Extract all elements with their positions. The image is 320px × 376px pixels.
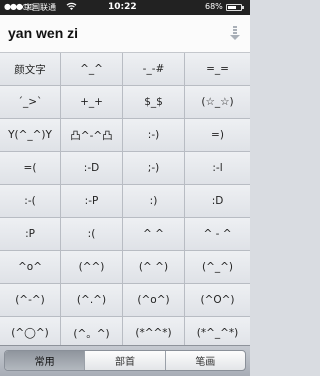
emoticon-cell[interactable]: (^◯^) [0,317,61,345]
emoticon-cell[interactable]: ^ ^ [123,218,185,251]
emoticon-cell[interactable]: (^^) [61,251,123,284]
emoticon-cell[interactable]: ^o^ [0,251,61,284]
emoticon-cell[interactable]: (☆_☆) [185,86,250,119]
emoticon-cell[interactable]: 颜文字 [0,53,61,86]
emoticon-grid: 颜文字 ^_^ -_-# =_= ´_>` +_+ $_$ (☆_☆) Y(^_^)Y 凸^-^凸… [0,53,250,345]
emoticon-cell[interactable]: (^。^) [61,317,123,345]
emoticon-cell[interactable]: -_-# [123,53,185,86]
carrier-name: 中国联通 [24,3,56,12]
emoticon-cell[interactable]: :-) [123,119,185,152]
emoticon-cell[interactable]: :P [0,218,61,251]
emoticon-cell[interactable]: (^-^) [0,284,61,317]
download-arrow-icon[interactable] [228,25,242,41]
clock: 10:22 [108,2,137,12]
emoticon-cell[interactable]: (^ ^) [123,251,185,284]
header: yan wen zi [0,15,250,53]
emoticon-cell[interactable]: ^ - ^ [185,218,250,251]
emoticon-cell[interactable]: ´_>` [0,86,61,119]
emoticon-cell[interactable]: =_= [185,53,250,86]
emoticon-cell[interactable]: :-( [0,185,61,218]
emoticon-cell[interactable]: Y(^_^)Y [0,119,61,152]
battery-percent: 68% [205,2,223,11]
emoticon-cell[interactable]: (*^_^*) [185,317,250,345]
emoticon-cell[interactable]: +_+ [61,86,123,119]
emoticon-cell[interactable]: :( [61,218,123,251]
emoticon-cell[interactable]: (^o^) [123,284,185,317]
tab-common[interactable]: 常用 [5,351,85,370]
emoticon-cell[interactable]: :D [185,185,250,218]
wifi-icon [66,2,77,13]
page-title: yan wen zi [8,25,79,41]
emoticon-cell[interactable]: $_$ [123,86,185,119]
emoticon-cell[interactable]: ;-) [123,152,185,185]
emoticon-cell[interactable]: (^.^) [61,284,123,317]
emoticon-cell[interactable]: :) [123,185,185,218]
emoticon-cell[interactable]: :-P [61,185,123,218]
tab-strokes[interactable]: 笔画 [164,351,245,370]
status-bar: ●●●○○ 中国联通 10:22 68% [0,0,250,15]
bottom-toolbar: 常用 部首 笔画 [0,345,250,376]
emoticon-cell[interactable]: =( [0,152,61,185]
emoticon-cell[interactable]: ^_^ [61,53,123,86]
emoticon-cell[interactable]: 凸^-^凸 [61,119,123,152]
tab-radical[interactable]: 部首 [84,351,164,370]
emoticon-cell[interactable]: :-D [61,152,123,185]
battery-icon [226,4,244,11]
emoticon-cell[interactable]: (*^^*) [123,317,185,345]
segmented-control: 常用 部首 笔画 [4,350,246,371]
emoticon-cell[interactable]: :-l [185,152,250,185]
battery-fill [228,6,236,9]
emoticon-cell[interactable]: =) [185,119,250,152]
emoticon-cell[interactable]: (^_^) [185,251,250,284]
emoticon-cell[interactable]: (^O^) [185,284,250,317]
